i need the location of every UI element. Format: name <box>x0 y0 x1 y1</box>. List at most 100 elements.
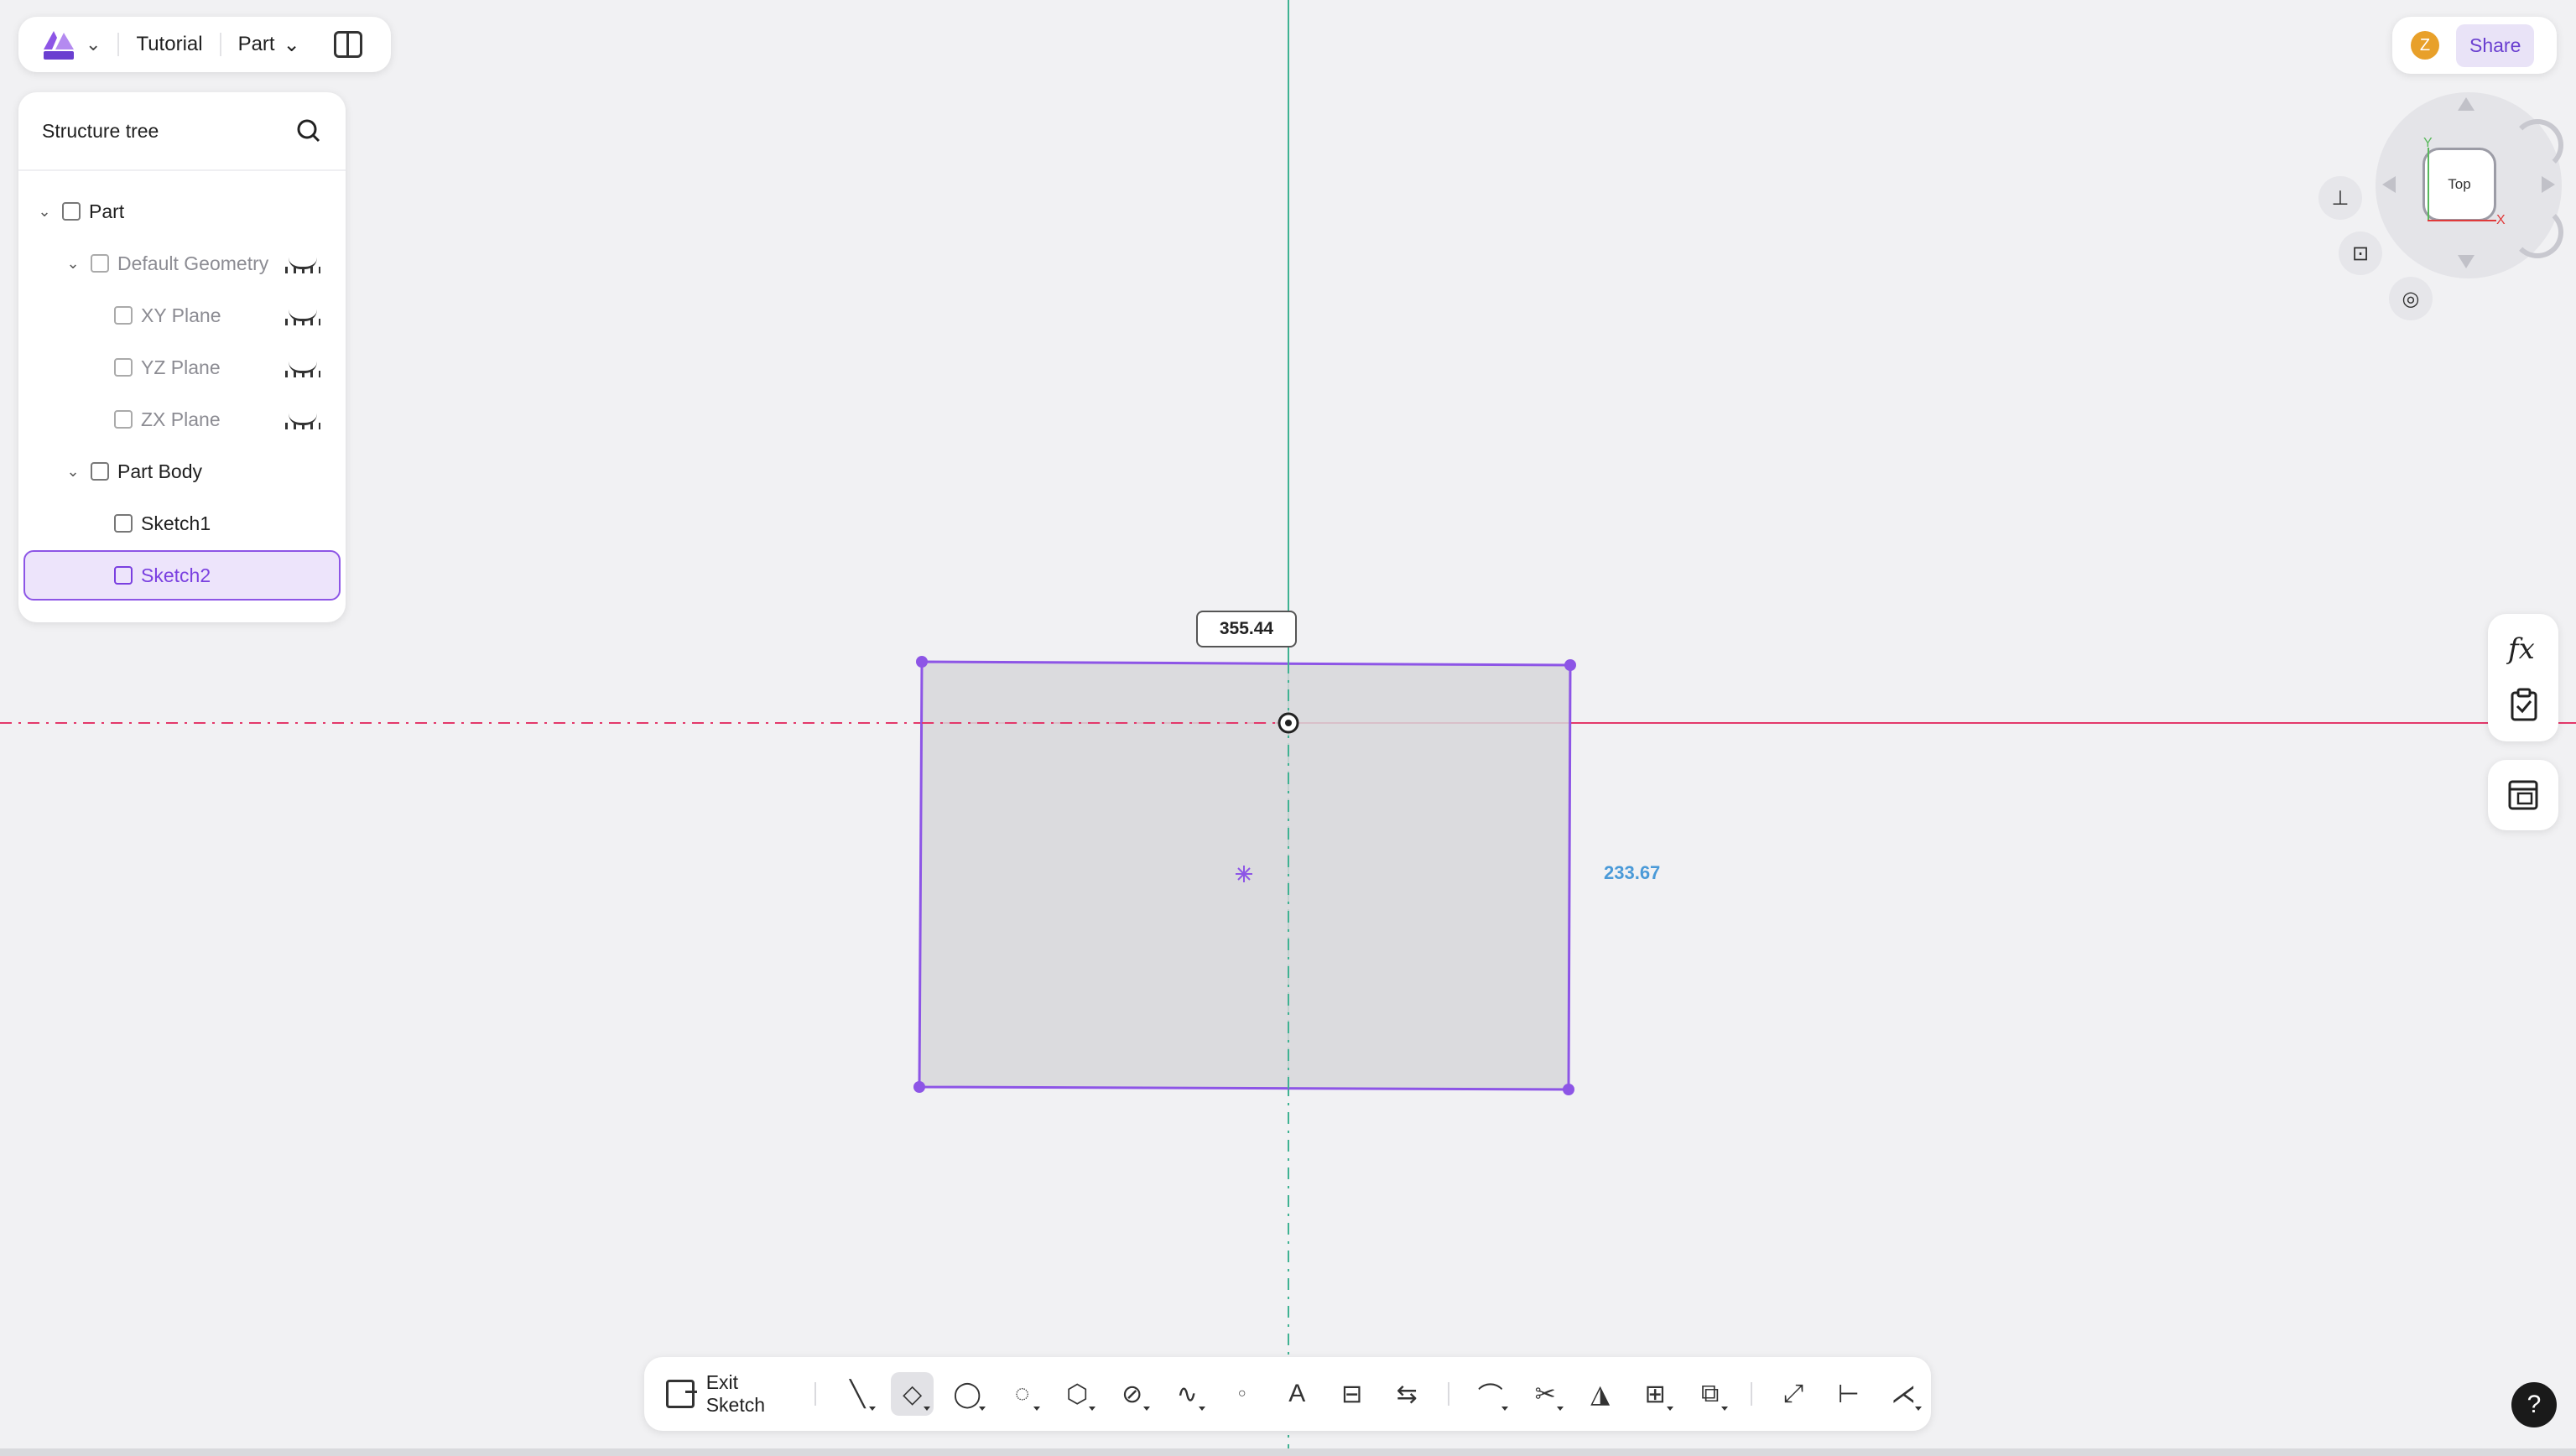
rectangle-tool-icon[interactable]: ◇ <box>890 1372 934 1416</box>
trim-tool-icon[interactable]: ✂ <box>1523 1372 1567 1416</box>
rotate-down-icon[interactable] <box>2458 255 2475 268</box>
tree-item-label: Sketch1 <box>141 512 211 534</box>
sketch-toolbar: Exit Sketch ╲ ◇ ◯ ◌ ⬡ ⊘ ∿ ○ A ⊟ ⇆ ⌒ ✂ ◮ … <box>644 1357 1931 1431</box>
plane-icon <box>114 358 133 377</box>
hidden-eye-icon[interactable] <box>285 257 320 273</box>
status-strip <box>0 1448 2576 1456</box>
spline-tool-icon[interactable]: ∿ <box>1165 1372 1209 1416</box>
tree-item-label: Sketch2 <box>141 564 211 586</box>
share-button[interactable]: Share <box>2456 23 2535 67</box>
tree-title: Structure tree <box>42 119 159 142</box>
part-icon <box>62 202 81 221</box>
chevron-down-icon: ⌄ <box>283 33 300 56</box>
project-tool-icon[interactable]: ⊟ <box>1330 1372 1374 1416</box>
display-mode-icon[interactable]: ◎ <box>2389 277 2433 320</box>
right-tools-panel: fx <box>2488 614 2558 741</box>
height-dimension-label[interactable]: 233.67 <box>1604 862 1660 884</box>
exit-sketch-label: Exit Sketch <box>705 1371 766 1416</box>
avatar[interactable]: Z <box>2411 31 2439 60</box>
x-axis-indicator <box>2428 220 2496 221</box>
rotate-counterclockwise-icon[interactable] <box>2511 206 2563 258</box>
sketch-icon <box>114 514 133 533</box>
fillet-tool-icon[interactable]: ⌒ <box>1469 1372 1512 1416</box>
tree-header: Structure tree <box>18 92 346 171</box>
rotate-up-icon[interactable] <box>2458 97 2475 111</box>
mirror-tool-icon[interactable]: ◮ <box>1579 1372 1622 1416</box>
share-bar: Z Share <box>2392 17 2557 74</box>
convert-tool-icon[interactable]: ⇆ <box>1385 1372 1429 1416</box>
corner-point <box>916 656 928 668</box>
arc-tool-icon[interactable]: ◌ <box>1001 1372 1044 1416</box>
toggle-panel-icon[interactable] <box>333 31 362 58</box>
tree-item-xy-plane[interactable]: XY Plane <box>23 290 341 341</box>
exit-sketch-button[interactable]: Exit Sketch <box>666 1371 801 1417</box>
mode-dropdown[interactable]: Part ⌄ <box>238 33 300 57</box>
fit-view-icon[interactable]: ⊡ <box>2339 231 2382 275</box>
body-icon <box>91 462 109 481</box>
right-tools-panel-2 <box>2488 760 2558 830</box>
tree-item-part[interactable]: ⌄ Part <box>23 186 341 237</box>
chevron-down-icon[interactable]: ⌄ <box>86 34 101 55</box>
formula-icon[interactable]: fx <box>2508 632 2535 666</box>
app-logo-icon[interactable] <box>39 24 79 65</box>
sketch-icon <box>114 566 133 585</box>
chevron-down-icon[interactable]: ⌄ <box>64 255 82 273</box>
slot-tool-icon[interactable]: ⊘ <box>1111 1372 1154 1416</box>
tree-item-yz-plane[interactable]: YZ Plane <box>23 342 341 393</box>
y-axis-indicator <box>2428 148 2429 220</box>
tree-item-label: Default Geometry <box>117 252 269 274</box>
center-marker <box>1236 866 1252 882</box>
plane-icon <box>114 306 133 325</box>
clipboard-check-icon[interactable] <box>2510 688 2538 721</box>
transform-tool-icon[interactable]: ⧉ <box>1689 1372 1732 1416</box>
divider <box>219 33 221 56</box>
top-toolbar: ⌄ Tutorial Part ⌄ <box>18 17 391 72</box>
tree-item-default-geometry[interactable]: ⌄ Default Geometry <box>23 238 341 289</box>
x-axis-label: X <box>2496 213 2506 227</box>
dimension-tool-icon[interactable]: ⤢ <box>1772 1372 1815 1416</box>
text-tool-icon[interactable]: A <box>1275 1372 1319 1416</box>
normal-view-icon[interactable]: ⊥ <box>2318 176 2362 220</box>
project-name[interactable]: Tutorial <box>136 33 202 56</box>
geometry-icon <box>91 254 109 273</box>
help-button[interactable]: ? <box>2511 1382 2557 1427</box>
divider <box>117 33 120 56</box>
tree-item-sketch1[interactable]: Sketch1 <box>23 498 341 549</box>
tree-item-label: YZ Plane <box>141 356 221 378</box>
divider <box>814 1382 817 1406</box>
width-dimension-label[interactable]: 355.44 <box>1196 611 1297 647</box>
line-tool-icon[interactable]: ╲ <box>835 1372 879 1416</box>
measure-tool-icon[interactable]: ⊢ <box>1827 1372 1871 1416</box>
rotate-left-icon[interactable] <box>2382 176 2396 193</box>
mode-label: Part <box>237 33 275 55</box>
circle-tool-icon[interactable]: ◯ <box>945 1372 989 1416</box>
corner-point <box>1563 1084 1574 1095</box>
tree-item-zx-plane[interactable]: ZX Plane <box>23 394 341 445</box>
pattern-tool-icon[interactable]: ⊞ <box>1633 1372 1677 1416</box>
rotate-right-icon[interactable] <box>2542 176 2555 193</box>
exit-sketch-icon <box>666 1380 697 1408</box>
tree-item-sketch2[interactable]: Sketch2 <box>23 550 341 601</box>
corner-point <box>1564 659 1576 671</box>
point-tool-icon[interactable]: ○ <box>1220 1372 1264 1416</box>
polygon-tool-icon[interactable]: ⬡ <box>1055 1372 1099 1416</box>
structure-tree-panel: Structure tree ⌄ Part ⌄ Default Geometry… <box>18 92 346 622</box>
hidden-eye-icon[interactable] <box>285 361 320 377</box>
y-axis-label: Y <box>2423 136 2433 150</box>
view-cube-face[interactable]: Top <box>2422 148 2496 221</box>
chevron-down-icon[interactable]: ⌄ <box>35 203 54 221</box>
divider <box>1751 1382 1753 1406</box>
chevron-down-icon[interactable]: ⌄ <box>64 463 82 481</box>
constraint-tool-icon[interactable]: ⋌ <box>1881 1372 1925 1416</box>
divider <box>1447 1382 1449 1406</box>
tree-item-label: Part Body <box>117 460 202 482</box>
tree-item-label: Part <box>89 200 125 222</box>
search-icon[interactable] <box>295 117 322 144</box>
rotate-clockwise-icon[interactable] <box>2511 119 2563 171</box>
tree-item-part-body[interactable]: ⌄ Part Body <box>23 446 341 497</box>
hidden-eye-icon[interactable] <box>285 309 320 325</box>
table-icon[interactable] <box>2508 780 2538 810</box>
hidden-eye-icon[interactable] <box>285 413 320 429</box>
sketch-canvas[interactable] <box>0 0 2576 1456</box>
tree-item-label: ZX Plane <box>141 408 221 430</box>
